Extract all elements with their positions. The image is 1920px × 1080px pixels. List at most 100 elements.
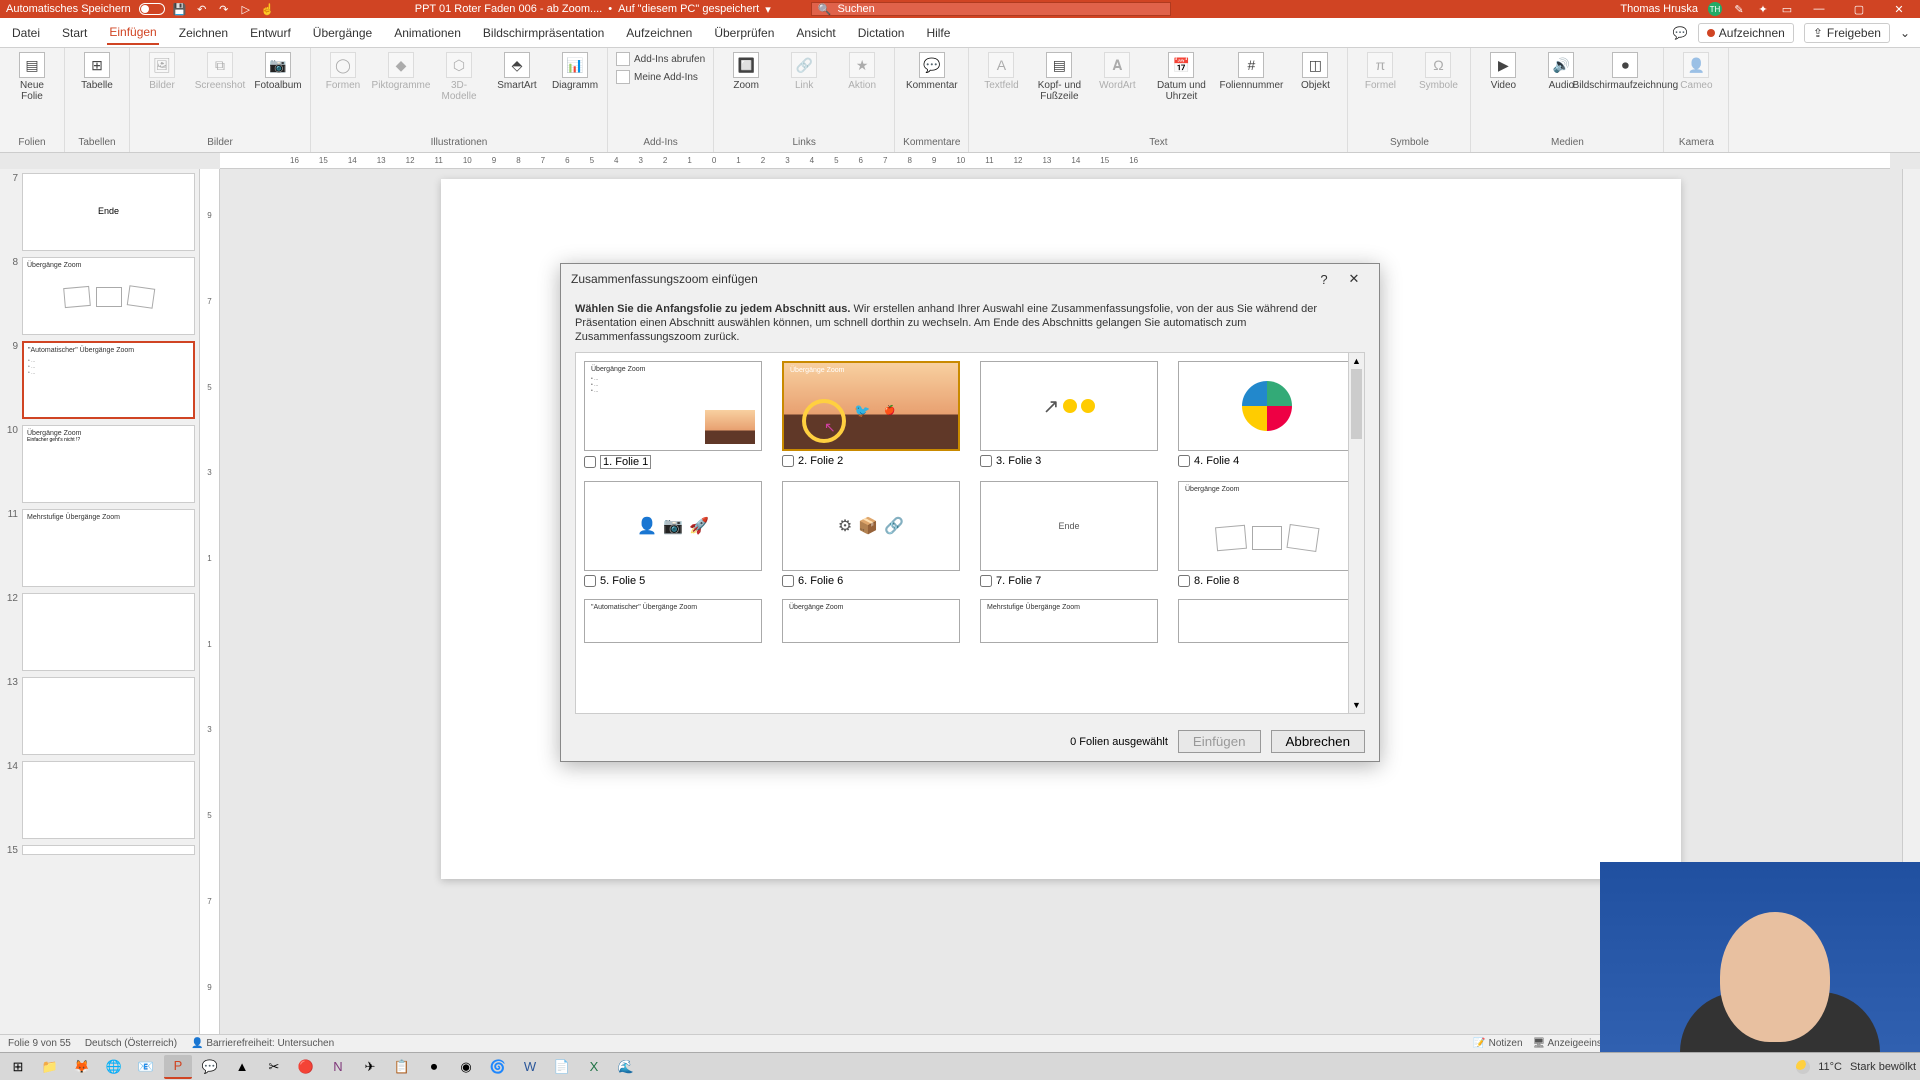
video-button[interactable]: ▶Video [1479, 52, 1527, 91]
dialog-check-5[interactable]: 5. Folie 5 [584, 575, 762, 587]
close-button[interactable]: ✕ [1884, 3, 1914, 16]
dialog-slide-2[interactable]: Übergänge Zoom↖🐦🍎 [782, 361, 960, 451]
tab-uebergaenge[interactable]: Übergänge [311, 22, 374, 44]
dialog-slide-1[interactable]: Übergänge Zoom• ...• ...• ... [584, 361, 762, 451]
slide-panel[interactable]: 7Ende 8Übergänge Zoom 9"Automatischer" Ü… [0, 169, 200, 1034]
accessibility-status[interactable]: 👤 Barrierefreiheit: Untersuchen [191, 1038, 334, 1049]
language-indicator[interactable]: Deutsch (Österreich) [85, 1038, 177, 1049]
search-input[interactable]: 🔍 Suchen [811, 2, 1171, 16]
weather-icon[interactable] [1796, 1060, 1810, 1074]
object-button[interactable]: ◫Objekt [1291, 52, 1339, 91]
dialog-check-3[interactable]: 3. Folie 3 [980, 455, 1158, 467]
taskbar-app-2[interactable]: 🔴 [292, 1055, 320, 1079]
slide-thumbnail-7[interactable]: Ende [22, 173, 195, 251]
taskbar-outlook[interactable]: 📧 [132, 1055, 160, 1079]
taskbar-vlc[interactable]: ▲ [228, 1055, 256, 1079]
pictures-button[interactable]: 🖼Bilder [138, 52, 186, 91]
dialog-check-7[interactable]: 7. Folie 7 [980, 575, 1158, 587]
taskbar-onenote[interactable]: N [324, 1055, 352, 1079]
zoom-button[interactable]: 🔲Zoom [722, 52, 770, 91]
touch-icon[interactable]: ☝ [261, 2, 275, 16]
tab-start[interactable]: Start [60, 22, 89, 44]
smartart-button[interactable]: ⬘SmartArt [493, 52, 541, 91]
dialog-slide-7[interactable]: Ende [980, 481, 1158, 571]
user-avatar[interactable]: TH [1708, 2, 1722, 16]
slide-thumbnail-13[interactable] [22, 677, 195, 755]
wordart-button[interactable]: 𝐀WordArt [1093, 52, 1141, 91]
taskbar-powerpoint[interactable]: P [164, 1055, 192, 1079]
slide-counter[interactable]: Folie 9 von 55 [8, 1038, 71, 1049]
dialog-check-2[interactable]: 2. Folie 2 [782, 455, 960, 467]
icons-button[interactable]: ◆Piktogramme [377, 52, 425, 91]
textbox-button[interactable]: ATextfeld [977, 52, 1025, 91]
dialog-slide-10[interactable]: Übergänge Zoom [782, 599, 960, 643]
comment-button[interactable]: 💬Kommentar [908, 52, 956, 91]
taskbar-obs[interactable]: ⏺ [420, 1055, 448, 1079]
ribbon-options-icon[interactable]: ▭ [1780, 2, 1794, 16]
maximize-button[interactable]: ▢ [1844, 3, 1874, 16]
dialog-slide-9[interactable]: "Automatischer" Übergänge Zoom [584, 599, 762, 643]
autosave-toggle[interactable] [139, 3, 165, 15]
tab-dictation[interactable]: Dictation [856, 22, 907, 44]
sparkle-icon[interactable]: ✦ [1756, 2, 1770, 16]
tab-datei[interactable]: Datei [10, 22, 42, 44]
chart-button[interactable]: 📊Diagramm [551, 52, 599, 91]
action-button[interactable]: ★Aktion [838, 52, 886, 91]
tab-hilfe[interactable]: Hilfe [924, 22, 952, 44]
my-addins-button[interactable]: Meine Add-Ins [616, 70, 698, 84]
taskbar-chrome[interactable]: 🌐 [100, 1055, 128, 1079]
tab-ueberpruefen[interactable]: Überprüfen [712, 22, 776, 44]
insert-button[interactable]: Einfügen [1178, 730, 1261, 753]
taskbar-word[interactable]: W [516, 1055, 544, 1079]
dialog-help-button[interactable]: ? [1309, 272, 1339, 287]
shapes-button[interactable]: ◯Formen [319, 52, 367, 91]
taskbar-app-5[interactable]: 🌀 [484, 1055, 512, 1079]
slide-thumbnail-12[interactable] [22, 593, 195, 671]
link-button[interactable]: 🔗Link [780, 52, 828, 91]
dialog-check-1[interactable]: 1. Folie 1 [584, 455, 762, 469]
tab-aufzeichnen[interactable]: Aufzeichnen [624, 22, 694, 44]
dialog-close-button[interactable]: ✕ [1339, 271, 1369, 287]
tab-animationen[interactable]: Animationen [392, 22, 463, 44]
photoalbum-button[interactable]: 📷Fotoalbum [254, 52, 302, 91]
start-button[interactable]: ⊞ [4, 1055, 32, 1079]
taskbar-telegram[interactable]: ✈ [356, 1055, 384, 1079]
dialog-check-8[interactable]: 8. Folie 8 [1178, 575, 1356, 587]
taskbar-app-6[interactable]: 📄 [548, 1055, 576, 1079]
pen-icon[interactable]: ✎ [1732, 2, 1746, 16]
cameo-button[interactable]: 👤Cameo [1672, 52, 1720, 91]
tab-bildschirmpraesentation[interactable]: Bildschirmpräsentation [481, 22, 606, 44]
taskbar-excel[interactable]: X [580, 1055, 608, 1079]
tab-einfuegen[interactable]: Einfügen [107, 21, 158, 45]
chevron-down-icon[interactable]: ▾ [765, 3, 771, 16]
tab-zeichnen[interactable]: Zeichnen [177, 22, 230, 44]
slide-thumbnail-15[interactable] [22, 845, 195, 855]
minimize-button[interactable]: — [1804, 3, 1834, 15]
screen-recording-button[interactable]: ⏺Bildschirmaufzeichnung [1595, 52, 1655, 91]
cancel-button[interactable]: Abbrechen [1271, 730, 1365, 753]
notes-button[interactable]: 📝 Notizen [1473, 1038, 1522, 1049]
taskbar-app-3[interactable]: 📋 [388, 1055, 416, 1079]
dialog-check-4[interactable]: 4. Folie 4 [1178, 455, 1356, 467]
slide-thumbnail-9[interactable]: "Automatischer" Übergänge Zoom• ...• ...… [22, 341, 195, 419]
slide-thumbnail-10[interactable]: Übergänge ZoomEinfacher geht's nicht !? [22, 425, 195, 503]
record-button[interactable]: Aufzeichnen [1698, 23, 1794, 43]
tab-entwurf[interactable]: Entwurf [248, 22, 293, 44]
get-addins-button[interactable]: Add-Ins abrufen [616, 52, 705, 66]
slidenumber-button[interactable]: #Foliennummer [1221, 52, 1281, 91]
slide-thumbnail-14[interactable] [22, 761, 195, 839]
present-icon[interactable]: ▷ [239, 2, 253, 16]
equation-button[interactable]: πFormel [1356, 52, 1404, 91]
dialog-slide-4[interactable] [1178, 361, 1356, 451]
redo-icon[interactable]: ↷ [217, 2, 231, 16]
table-button[interactable]: ⊞Tabelle [73, 52, 121, 91]
dialog-slide-6[interactable]: ⚙📦🔗 [782, 481, 960, 571]
dialog-check-6[interactable]: 6. Folie 6 [782, 575, 960, 587]
collapse-ribbon-icon[interactable]: ⌄ [1900, 26, 1910, 40]
taskbar-edge[interactable]: 🌊 [612, 1055, 640, 1079]
dialog-slide-11[interactable]: Mehrstufige Übergänge Zoom [980, 599, 1158, 643]
weather-temp[interactable]: 11°C [1818, 1061, 1842, 1073]
dialog-scrollbar[interactable]: ▲▼ [1348, 353, 1364, 713]
taskbar-explorer[interactable]: 📁 [36, 1055, 64, 1079]
dialog-slide-3[interactable]: ↗ [980, 361, 1158, 451]
